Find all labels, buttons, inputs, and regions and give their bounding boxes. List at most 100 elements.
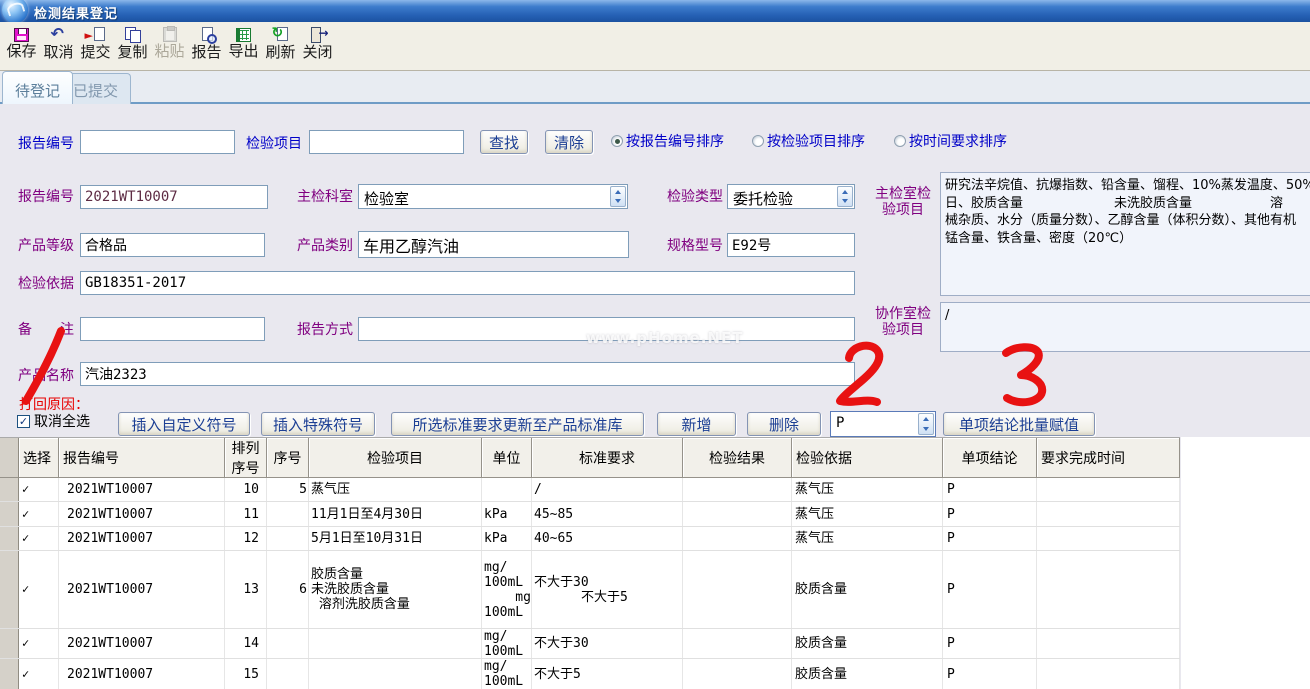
sort-by-time-radio[interactable]: 按时间要求排序 <box>894 133 1007 149</box>
product-name-input[interactable] <box>80 362 855 386</box>
category-input[interactable] <box>358 231 629 258</box>
tab-pending[interactable]: 待登记 <box>2 71 73 104</box>
sort-by-report-no-radio[interactable]: 按报告编号排序 <box>611 133 724 149</box>
clear-button[interactable]: 清除 <box>545 130 593 154</box>
cell-concl: P <box>943 629 1037 658</box>
add-button[interactable]: 新增 <box>657 412 736 436</box>
toolbar-button-refresh[interactable]: 刷新 <box>262 25 299 69</box>
col-header-unit[interactable]: 单位 <box>482 438 532 478</box>
conclusion-select[interactable]: P <box>830 411 936 437</box>
toolbar-button-label: 刷新 <box>265 44 295 61</box>
batch-assign-button[interactable]: 单项结论批量赋值 <box>943 412 1095 436</box>
cell-basis: 蒸气压 <box>792 502 943 526</box>
spec-input[interactable] <box>727 233 855 257</box>
delete-button[interactable]: 删除 <box>747 412 821 436</box>
dropdown-spinner-icon[interactable] <box>837 186 853 207</box>
row-gutter[interactable] <box>0 551 19 628</box>
cell-result <box>683 629 792 658</box>
cell-std: 45~85 <box>532 502 683 526</box>
basis-label: 检验依据 <box>18 276 74 292</box>
col-header-concl[interactable]: 单项结论 <box>943 438 1037 478</box>
cell-seq <box>267 659 309 689</box>
toolbar-button-submit[interactable]: 提交 <box>77 25 114 69</box>
insert-custom-symbol-button[interactable]: 插入自定义符号 <box>118 412 250 436</box>
grade-input[interactable] <box>80 233 265 257</box>
col-header-report[interactable]: 报告编号 <box>59 438 225 478</box>
search-item-input[interactable] <box>309 130 464 154</box>
dropdown-spinner-icon[interactable] <box>610 186 626 207</box>
table-row[interactable]: ✓2021WT10007125月1日至10月31日kPa40~65蒸气压P <box>0 527 1180 551</box>
test-type-select[interactable]: 委托检验 <box>727 184 855 209</box>
cell-report: 2021WT10007 <box>59 527 225 550</box>
uncheck-all-checkbox[interactable]: ✓ <box>17 415 30 428</box>
toolbar-button-paste: 粘贴 <box>151 25 188 69</box>
cell-concl: P <box>943 478 1037 501</box>
report-no-input[interactable] <box>80 185 268 209</box>
cell-result <box>683 527 792 550</box>
main-dept-select[interactable]: 检验室 <box>358 184 628 209</box>
tabstrip-divider <box>0 102 1310 104</box>
toolbar-button-report[interactable]: 报告 <box>188 25 225 69</box>
cell-due <box>1037 527 1180 550</box>
coop-items-box[interactable]: / <box>940 302 1310 352</box>
cell-check[interactable]: ✓ <box>19 502 59 526</box>
cell-items: 5月1日至10月31日 <box>309 527 482 550</box>
toolbar-button-copy[interactable]: 复制 <box>114 25 151 69</box>
col-header-items[interactable]: 检验项目 <box>309 438 482 478</box>
cell-check[interactable]: ✓ <box>19 551 59 628</box>
update-standard-button[interactable]: 所选标准要求更新至产品标准库 <box>391 412 644 436</box>
cell-std: 40~65 <box>532 527 683 550</box>
cell-check[interactable]: ✓ <box>19 527 59 550</box>
cell-seq <box>267 527 309 550</box>
cell-unit: mg/ 100mL mg/ 100mL <box>482 551 532 628</box>
sort-by-item-radio[interactable]: 按检验项目排序 <box>752 133 865 149</box>
cell-items: 11月1日至4月30日 <box>309 502 482 526</box>
table-row[interactable]: ✓2021WT100071111月1日至4月30日kPa45~85蒸气压P <box>0 502 1180 527</box>
toolbar-button-label: 保存 <box>6 43 36 60</box>
cell-check[interactable]: ✓ <box>19 629 59 658</box>
col-header-order[interactable]: 排列 序号 <box>225 438 267 478</box>
toolbar-button-undo[interactable]: 取消 <box>40 25 77 69</box>
col-header-check[interactable]: 选择 <box>19 438 59 478</box>
dropdown-spinner-icon[interactable] <box>918 413 934 435</box>
cell-concl: P <box>943 659 1037 689</box>
col-header-due[interactable]: 要求完成时间 <box>1037 438 1180 478</box>
row-gutter[interactable] <box>0 502 19 526</box>
product-name-label: 产品名称 <box>18 368 74 384</box>
cell-check[interactable]: ✓ <box>19 659 59 689</box>
basis-input[interactable] <box>80 271 855 295</box>
results-table: 选择报告编号排列 序号序号检验项目单位标准要求检验结果检验依据单项结论要求完成时… <box>0 437 1180 689</box>
table-row[interactable]: ✓2021WT1000715mg/ 100mL不大于5胶质含量P <box>0 659 1180 689</box>
toolbar-button-save[interactable]: 保存 <box>3 25 40 69</box>
cell-result <box>683 502 792 526</box>
search-report-no-input[interactable] <box>80 130 235 154</box>
row-gutter[interactable] <box>0 527 19 550</box>
toolbar-button-export[interactable]: 导出 <box>225 25 262 69</box>
report-method-input[interactable] <box>358 317 855 341</box>
row-gutter[interactable] <box>0 629 19 658</box>
cell-order: 15 <box>225 659 267 689</box>
toolbar-button-label: 取消 <box>43 44 73 61</box>
main-items-box[interactable]: 研究法辛烷值、抗爆指数、铅含量、馏程、10%蒸发温度、50%蒸 日、胶质含量 未… <box>940 172 1310 296</box>
col-header-result[interactable]: 检验结果 <box>683 438 792 478</box>
row-gutter-header[interactable] <box>0 438 19 478</box>
row-gutter[interactable] <box>0 659 19 689</box>
cell-check[interactable]: ✓ <box>19 478 59 501</box>
cell-items <box>309 629 482 658</box>
cell-result <box>683 659 792 689</box>
col-header-seq[interactable]: 序号 <box>267 438 309 478</box>
spec-label: 规格型号 <box>667 238 723 254</box>
col-header-basis[interactable]: 检验依据 <box>792 438 943 478</box>
titlebar: 检测结果登记 <box>0 0 1310 22</box>
remark-input[interactable] <box>80 317 265 341</box>
table-row[interactable]: ✓2021WT10007105蒸气压/蒸气压P <box>0 478 1180 502</box>
remark-label: 备 注 <box>18 322 74 338</box>
table-row[interactable]: ✓2021WT1000714mg/ 100mL不大于30胶质含量P <box>0 629 1180 659</box>
toolbar-button-close[interactable]: 关闭 <box>299 25 336 69</box>
table-row[interactable]: ✓2021WT10007136胶质含量 未洗胶质含量 溶剂洗胶质含量mg/ 10… <box>0 551 1180 629</box>
col-header-std[interactable]: 标准要求 <box>532 438 683 478</box>
insert-special-symbol-button[interactable]: 插入特殊符号 <box>261 412 375 436</box>
find-button[interactable]: 查找 <box>480 130 528 154</box>
radio-dot-icon <box>752 135 764 147</box>
row-gutter[interactable] <box>0 478 19 501</box>
